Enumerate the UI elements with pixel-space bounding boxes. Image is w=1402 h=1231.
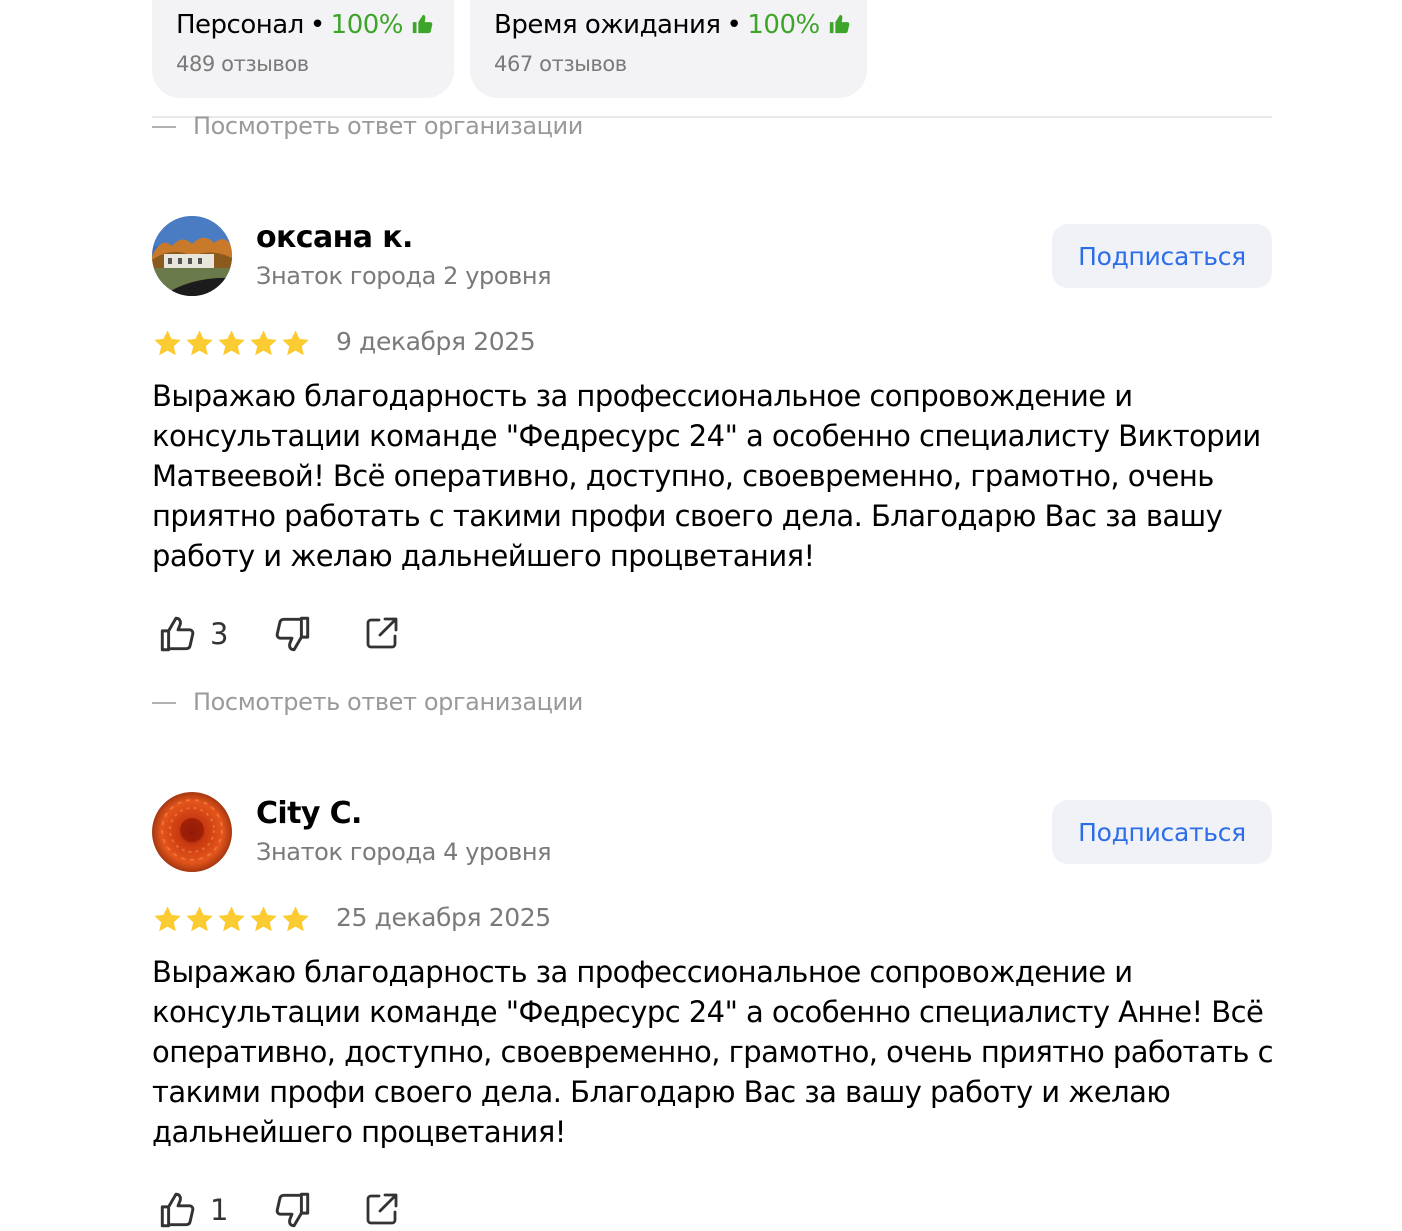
star-icon xyxy=(152,904,183,935)
aspect-title: Персонал • 100% xyxy=(176,8,454,44)
view-org-reply-link[interactable]: Посмотреть ответ организации xyxy=(152,688,583,716)
subscribe-button[interactable]: Подписаться xyxy=(1052,224,1272,288)
aspect-title: Время ожидания • 100% xyxy=(494,8,867,44)
rating-stars xyxy=(152,328,311,359)
subscribe-button[interactable]: Подписаться xyxy=(1052,800,1272,864)
star-icon xyxy=(248,904,279,935)
dislike-button[interactable] xyxy=(272,613,314,655)
dislike-button[interactable] xyxy=(272,1189,314,1231)
aspect-name: Время ожидания xyxy=(494,10,721,40)
review-date: 25 декабря 2025 xyxy=(336,903,551,932)
star-icon xyxy=(216,328,247,359)
aspect-separator: • xyxy=(309,10,325,40)
like-count: 3 xyxy=(210,617,229,651)
avatar[interactable] xyxy=(152,792,232,872)
star-icon xyxy=(184,328,215,359)
thumbs-up-icon xyxy=(828,10,850,44)
author-name[interactable]: оксана к. xyxy=(256,220,413,255)
author-level: Знаток города 2 уровня xyxy=(256,262,552,290)
review-date: 9 декабря 2025 xyxy=(336,327,536,356)
rating-stars xyxy=(152,904,311,935)
share-button[interactable] xyxy=(362,613,402,653)
author-level: Знаток города 4 уровня xyxy=(256,838,552,866)
org-reply-label: Посмотреть ответ организации xyxy=(193,112,583,140)
view-org-reply-link[interactable]: Посмотреть ответ организации xyxy=(152,112,583,140)
dash-icon xyxy=(152,702,176,704)
aspect-percent: 100% xyxy=(330,10,404,40)
aspect-percent: 100% xyxy=(747,10,820,40)
thumbs-up-icon xyxy=(411,10,433,44)
review-text: Выражаю благодарность за профессионально… xyxy=(152,955,1274,1149)
like-button[interactable]: 3 xyxy=(156,613,228,655)
dash-icon xyxy=(152,126,176,128)
thumbs-down-icon xyxy=(272,1189,314,1231)
thumbs-up-icon xyxy=(156,1189,198,1231)
share-icon xyxy=(362,613,402,653)
aspect-separator: • xyxy=(726,10,742,40)
review-text: Выражаю благодарность за профессионально… xyxy=(152,379,1261,573)
share-icon xyxy=(362,1189,402,1229)
star-icon xyxy=(248,328,279,359)
star-icon xyxy=(216,904,247,935)
star-icon xyxy=(280,904,311,935)
aspect-card-waiting-time[interactable]: Время ожидания • 100% 467 отзывов xyxy=(470,0,867,98)
star-icon xyxy=(184,904,215,935)
share-button[interactable] xyxy=(362,1189,402,1229)
like-button[interactable]: 1 xyxy=(156,1189,228,1231)
star-icon xyxy=(280,328,311,359)
aspect-review-count: 489 отзывов xyxy=(176,52,309,76)
like-count: 1 xyxy=(210,1193,229,1227)
avatar[interactable] xyxy=(152,216,232,296)
org-reply-label: Посмотреть ответ организации xyxy=(193,688,583,716)
thumbs-down-icon xyxy=(272,613,314,655)
author-name[interactable]: City C. xyxy=(256,796,362,831)
aspect-review-count: 467 отзывов xyxy=(494,52,627,76)
aspect-name: Персонал xyxy=(176,10,304,40)
thumbs-up-icon xyxy=(156,613,198,655)
star-icon xyxy=(152,328,183,359)
aspect-card-staff[interactable]: Персонал • 100% 489 отзывов xyxy=(152,0,454,98)
